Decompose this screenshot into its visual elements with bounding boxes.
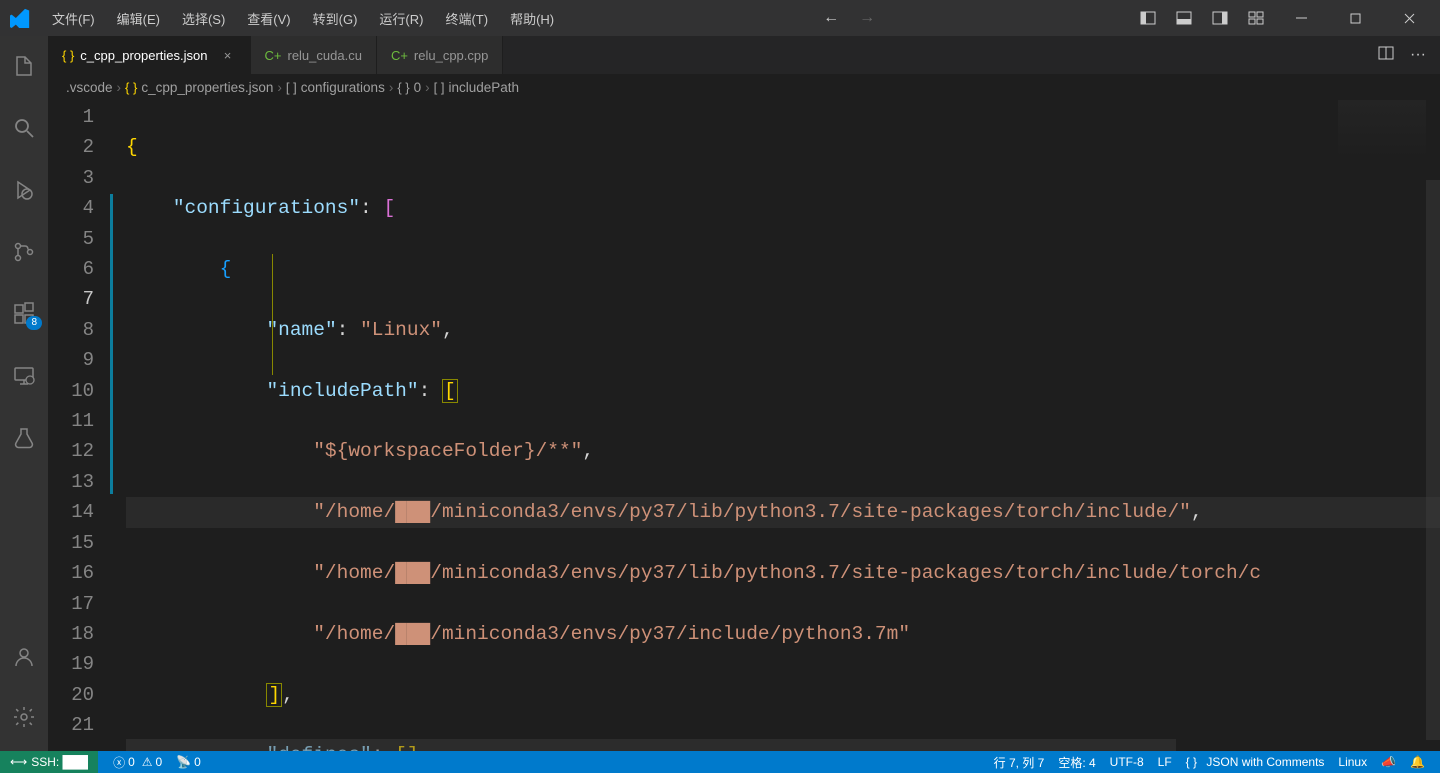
activity-explorer[interactable] [0,44,48,88]
crumb-vscode[interactable]: .vscode [66,80,113,95]
line-num-11: 11 [48,406,94,436]
menu-run[interactable]: 运行(R) [369,5,433,32]
breadcrumbs[interactable]: .vscode › { }c_cpp_properties.json › [ ]… [48,74,1440,100]
tabs: { } c_cpp_properties.json × C+ relu_cuda… [48,36,1440,74]
line-num-10: 10 [48,376,94,406]
minimap[interactable] [1338,100,1426,160]
extension-badge: 8 [26,316,42,330]
diff-marker [110,194,113,494]
line-num-7: 7 [48,284,94,314]
json-icon: { } [62,48,74,63]
horizontal-scrollbar[interactable] [126,739,1176,751]
status-ports[interactable]: 📡0 [169,755,208,769]
status-extra[interactable]: Linux [1331,754,1374,771]
line-num-18: 18 [48,619,94,649]
menu-view[interactable]: 查看(V) [237,5,300,32]
status-feedback-icon[interactable]: 📣 [1374,754,1403,771]
activity-search[interactable] [0,106,48,150]
status-indent[interactable]: 空格: 4 [1051,754,1102,771]
gutter: 1 2 3 4 5 6 7 8 9 10 11 12 13 14 15 16 1… [48,100,116,751]
activity-testing[interactable] [0,416,48,460]
line-num-21: 21 [48,710,94,740]
line-num-17: 17 [48,589,94,619]
menu-selection[interactable]: 选择(S) [172,5,235,32]
crumb-includepath[interactable]: [ ]includePath [434,80,519,95]
vertical-scrollbar[interactable] [1426,180,1440,740]
menu-bar: 文件(F) 编辑(E) 选择(S) 查看(V) 转到(G) 运行(R) 终端(T… [42,5,564,32]
tab-label: relu_cuda.cu [287,48,361,63]
nav-forward[interactable]: → [859,9,875,27]
layout-panel[interactable] [1170,0,1198,36]
menu-help[interactable]: 帮助(H) [500,5,564,32]
nav-back[interactable]: ← [823,9,839,27]
menu-edit[interactable]: 编辑(E) [107,5,170,32]
tab-label: relu_cpp.cpp [414,48,488,63]
tab-close[interactable]: × [220,47,236,63]
line-num-16: 16 [48,558,94,588]
window-controls [1134,0,1432,36]
layout-primary-sidebar[interactable] [1134,0,1162,36]
line-num-9: 9 [48,345,94,375]
status-language[interactable]: { } JSON with Comments [1179,754,1332,771]
menu-file[interactable]: 文件(F) [42,5,105,32]
tab-actions: ··· [1374,36,1440,74]
tab-label: c_cpp_properties.json [80,48,207,63]
window-minimize[interactable] [1278,0,1324,36]
editor-body[interactable]: 1 2 3 4 5 6 7 8 9 10 11 12 13 14 15 16 1… [48,100,1440,751]
crumb-file[interactable]: { }c_cpp_properties.json [125,80,273,95]
vscode-icon [8,6,32,30]
status-errors[interactable]: ⓧ0 ⚠0 [106,754,169,771]
menu-go[interactable]: 转到(G) [303,5,368,32]
status-line-col[interactable]: 行 7, 列 7 [987,754,1052,771]
line-num-20: 20 [48,680,94,710]
tab-relu-cpp[interactable]: C+ relu_cpp.cpp [377,36,503,74]
status-encoding[interactable]: UTF-8 [1103,754,1151,771]
activity-settings[interactable] [0,695,48,739]
editor-area: { } c_cpp_properties.json × C+ relu_cuda… [48,36,1440,751]
line-num-3: 3 [48,163,94,193]
crumb-configurations[interactable]: [ ]configurations [286,80,385,95]
line-num-5: 5 [48,224,94,254]
activity-remote-explorer[interactable] [0,354,48,398]
status-remote[interactable]: ⟷SSH: ███ [0,751,98,773]
line-num-12: 12 [48,436,94,466]
activity-bar: 8 [0,36,48,751]
activity-accounts[interactable] [0,635,48,679]
activity-extensions[interactable]: 8 [0,292,48,336]
window-close[interactable] [1386,0,1432,36]
line-num-14: 14 [48,497,94,527]
bracket-guide [272,254,273,375]
activity-source-control[interactable] [0,230,48,274]
cpp-icon: C+ [391,48,408,63]
status-eol[interactable]: LF [1151,754,1179,771]
layout-secondary-sidebar[interactable] [1206,0,1234,36]
line-num-2: 2 [48,132,94,162]
code-content[interactable]: { "configurations": [ { "name": "Linux",… [116,100,1440,751]
line-num-13: 13 [48,467,94,497]
titlebar: 文件(F) 编辑(E) 选择(S) 查看(V) 转到(G) 运行(R) 终端(T… [0,0,1440,36]
nav-arrows: ← → [823,9,875,27]
tab-relu-cuda[interactable]: C+ relu_cuda.cu [251,36,377,74]
line-num-6: 6 [48,254,94,284]
line-num-4: 4 [48,193,94,223]
more-actions-icon[interactable]: ··· [1406,42,1430,68]
window-maximize[interactable] [1332,0,1378,36]
status-notifications-icon[interactable]: 🔔 [1403,754,1432,771]
line-num-8: 8 [48,315,94,345]
line-num-1: 1 [48,102,94,132]
layout-customize[interactable] [1242,0,1270,36]
tab-c-cpp-properties[interactable]: { } c_cpp_properties.json × [48,36,251,74]
cpp-icon: C+ [265,48,282,63]
activity-run-debug[interactable] [0,168,48,212]
menu-terminal[interactable]: 终端(T) [435,5,498,32]
status-bar: ⟷SSH: ███ ⓧ0 ⚠0 📡0 行 7, 列 7 空格: 4 UTF-8 … [0,751,1440,773]
split-editor-icon[interactable] [1374,41,1398,70]
line-num-19: 19 [48,649,94,679]
line-num-15: 15 [48,528,94,558]
crumb-index[interactable]: { }0 [397,80,421,95]
